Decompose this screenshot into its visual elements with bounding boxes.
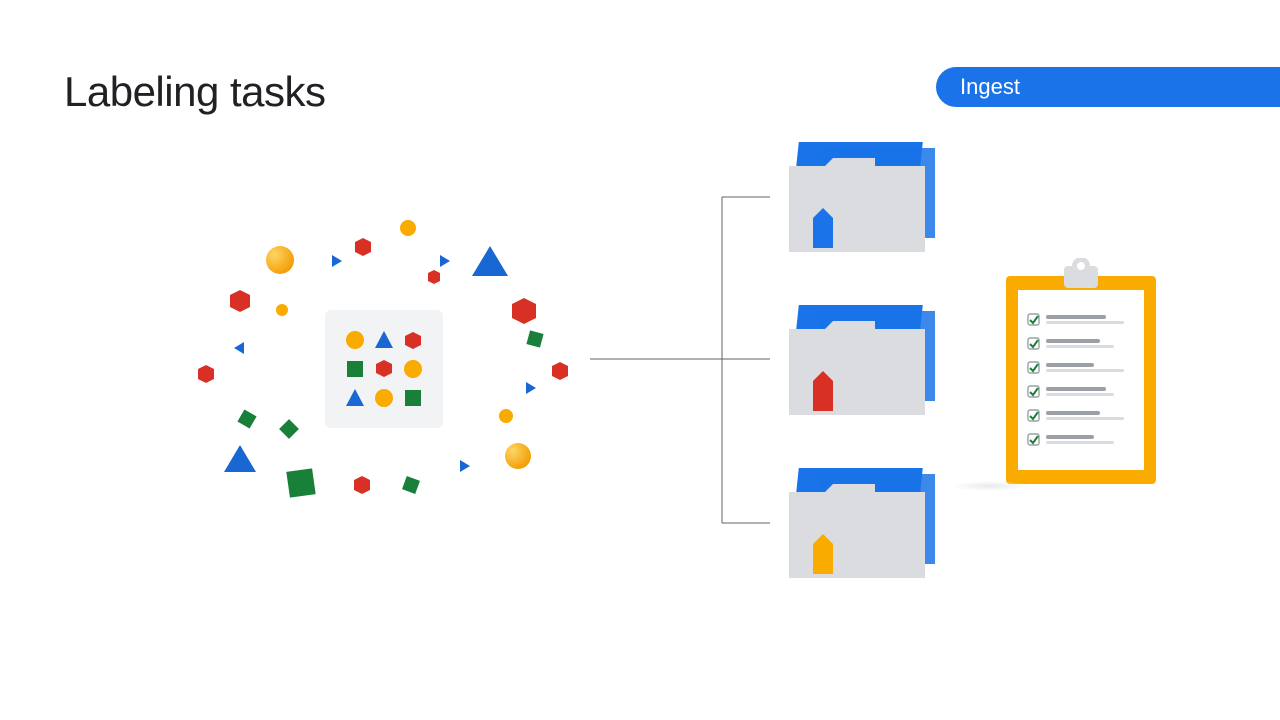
- folder-stack: [785, 140, 930, 629]
- bracket-connector-icon: [590, 195, 770, 525]
- folder-icon: [785, 140, 930, 250]
- grid-card-illustration: [325, 310, 443, 428]
- grid-shapes-icon: [325, 310, 443, 428]
- clipboard-shadow-icon: [950, 481, 1030, 491]
- folder-icon: [785, 303, 930, 413]
- scatter-cloud-illustration: [190, 210, 590, 510]
- folder-icon: [785, 466, 930, 576]
- clipboard-illustration: [960, 258, 1160, 488]
- slide-title: Labeling tasks: [64, 68, 326, 116]
- clipboard-icon: [960, 258, 1160, 488]
- stage-badge: Ingest: [936, 67, 1280, 107]
